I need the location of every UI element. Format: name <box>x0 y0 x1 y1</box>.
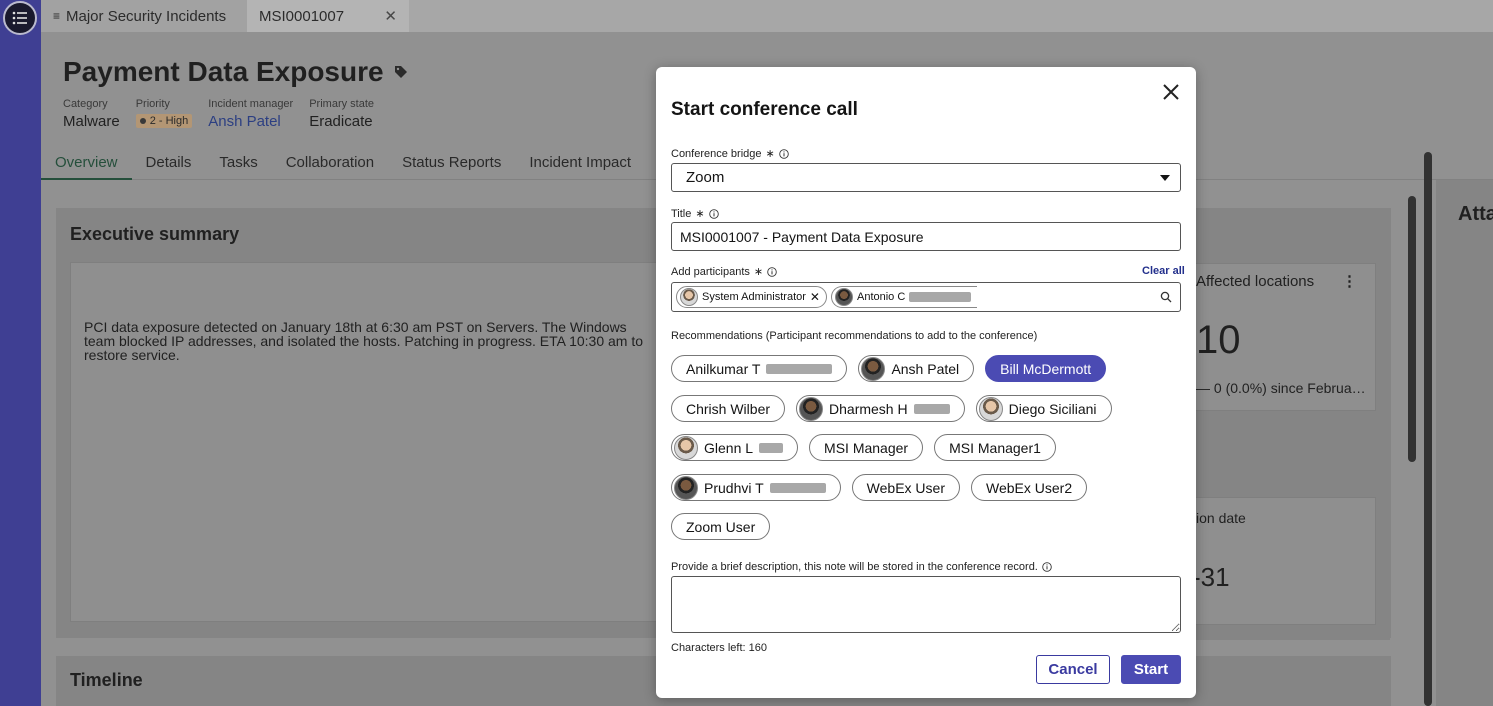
recommendation-chip[interactable]: Ansh Patel <box>858 355 975 382</box>
recommendation-chip-selected[interactable]: Bill McDermott <box>985 355 1107 382</box>
info-icon[interactable] <box>708 208 719 219</box>
conference-bridge-label: Conference bridge ∗ <box>671 147 789 160</box>
title-label: Title ∗ <box>671 207 719 220</box>
recommendations-row: Glenn L MSI Manager MSI Manager1 <box>671 434 1056 461</box>
clear-all-link[interactable]: Clear all <box>1142 265 1185 277</box>
recommendation-chip[interactable]: MSI Manager1 <box>934 434 1056 461</box>
recommendation-chip[interactable]: Dharmesh H <box>796 395 965 422</box>
info-icon[interactable] <box>778 148 789 159</box>
recommendations-row: Chrish Wilber Dharmesh H Diego Siciliani <box>671 395 1112 422</box>
participants-input[interactable]: System Administrator ✕ Antonio C <box>671 282 1181 312</box>
cancel-button[interactable]: Cancel <box>1036 655 1110 684</box>
avatar <box>861 356 886 381</box>
description-label: Provide a brief description, this note w… <box>671 561 1052 573</box>
title-input[interactable]: MSI0001007 - Payment Data Exposure <box>671 222 1181 251</box>
start-button[interactable]: Start <box>1121 655 1181 684</box>
recommendation-chip[interactable]: Chrish Wilber <box>671 395 786 422</box>
add-participants-label: Add participants ∗ <box>671 265 777 278</box>
recommendation-chip[interactable]: MSI Manager <box>809 434 924 461</box>
avatar <box>978 396 1003 421</box>
recommendation-chip[interactable]: WebEx User2 <box>971 474 1088 501</box>
recommendations-row: Anilkumar T Ansh Patel Bill McDermott <box>671 355 1107 382</box>
recommendation-chip[interactable]: Zoom User <box>671 513 771 540</box>
info-icon[interactable] <box>1042 562 1052 572</box>
close-icon[interactable] <box>1160 81 1182 103</box>
recommendation-chip[interactable]: Glenn L <box>671 434 799 461</box>
recommendation-chip[interactable]: Prudhvi T <box>671 474 841 501</box>
info-icon[interactable] <box>767 266 777 277</box>
avatar <box>680 288 698 306</box>
recommendations-row: Prudhvi T WebEx User WebEx User2 <box>671 474 1088 501</box>
participant-chip[interactable]: System Administrator ✕ <box>676 286 827 308</box>
recommendation-chip[interactable]: Diego Siciliani <box>975 395 1112 422</box>
search-icon[interactable] <box>1160 291 1172 303</box>
avatar <box>674 435 698 460</box>
redacted-text <box>909 292 972 302</box>
conference-bridge-select[interactable]: Zoom <box>671 163 1181 192</box>
avatar <box>834 288 853 306</box>
participant-chip[interactable]: Antonio C <box>830 286 978 308</box>
recommendations-row: Zoom User <box>671 513 771 540</box>
recommendations-label: Recommendations (Participant recommendat… <box>671 330 1038 342</box>
recommendation-chip[interactable]: WebEx User <box>851 474 960 501</box>
characters-left: Characters left: 160 <box>671 642 767 654</box>
dialog-title: Start conference call <box>671 99 858 120</box>
recommendation-chip[interactable]: Anilkumar T <box>671 355 848 382</box>
close-icon[interactable]: ✕ <box>810 290 820 304</box>
avatar <box>674 475 698 500</box>
description-textarea[interactable] <box>671 576 1181 633</box>
start-conference-dialog: Start conference call Conference bridge ∗… <box>656 67 1196 698</box>
avatar <box>799 396 824 421</box>
chevron-down-icon <box>1160 175 1170 181</box>
